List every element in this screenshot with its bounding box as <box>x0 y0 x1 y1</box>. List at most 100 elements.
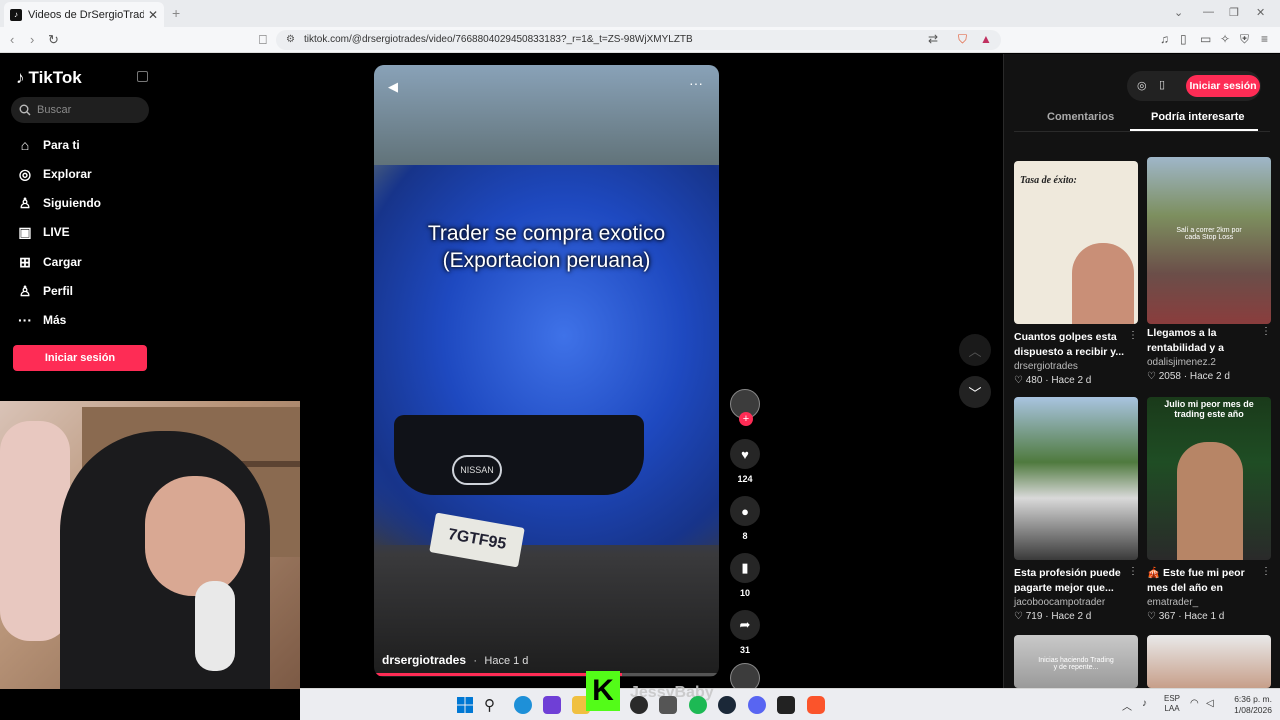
forward-icon[interactable]: › <box>30 32 34 47</box>
nav-item-cargar[interactable]: ⊞ Cargar <box>16 252 82 272</box>
recommended-video-card[interactable] <box>1147 635 1271 688</box>
back-icon[interactable]: ‹ <box>10 32 14 47</box>
tiktok-logo[interactable]: ♪ TikTok <box>16 68 82 88</box>
nav-item-perfil[interactable]: ♙ Perfil <box>16 281 73 301</box>
epic-games-icon[interactable] <box>777 696 795 714</box>
tab-search-icon[interactable]: ⌄ <box>1174 6 1183 19</box>
recommended-video-card[interactable]: Inicias haciendo Trading y de repente... <box>1014 635 1138 688</box>
url-field[interactable]: ⚙ tiktok.com/@drsergiotrades/video/76688… <box>276 30 1001 50</box>
card-title[interactable]: Esta profesión puede pagarte mejor que..… <box>1014 566 1138 596</box>
spotify-icon[interactable] <box>689 696 707 714</box>
leo-ai-icon[interactable]: ✧ <box>1220 32 1230 46</box>
brave-icon[interactable] <box>807 696 825 714</box>
card-author[interactable]: odalisjimenez.2 <box>1147 357 1271 368</box>
tab-title: Videos de DrSergioTrades (@dr... <box>28 8 144 21</box>
translate-icon[interactable]: ⇄ <box>928 32 938 46</box>
nav-item-explorar[interactable]: ◎ Explorar <box>16 164 92 184</box>
site-settings-icon[interactable]: ⚙ <box>286 30 295 50</box>
card-more-icon[interactable]: ⋮ <box>1128 330 1138 341</box>
copilot-icon[interactable] <box>543 696 561 714</box>
browser-tab[interactable]: ♪ Videos de DrSergioTrades (@dr... ✕ <box>4 2 164 27</box>
recommended-video-card[interactable]: Esta profesión puede pagarte mejor que..… <box>1014 397 1138 622</box>
video-progress-bar[interactable] <box>374 673 719 676</box>
comment-icon[interactable]: ● <box>730 496 760 526</box>
heart-icon[interactable]: ♥ <box>730 439 760 469</box>
app-icon[interactable] <box>659 696 677 714</box>
tab-podria-interesarte[interactable]: Podría interesarte <box>1151 111 1245 123</box>
restore-icon[interactable]: ❐ <box>1229 6 1239 19</box>
volume-icon[interactable]: ◁ <box>1206 698 1214 709</box>
card-thumbnail[interactable]: Salí a correr 2km por cada Stop Loss <box>1147 157 1271 324</box>
bookmark-icon[interactable]: ▮ <box>730 553 760 583</box>
mic-icon[interactable]: ♪ <box>1142 698 1147 709</box>
menu-icon[interactable]: ≡ <box>1261 32 1268 46</box>
card-likes: 480 <box>1025 375 1043 386</box>
previous-video-button[interactable]: ︿ <box>959 334 991 366</box>
tab-comentarios[interactable]: Comentarios <box>1047 111 1114 123</box>
nav-item-para-ti[interactable]: ⌂ Para ti <box>16 135 80 155</box>
following-icon: ♙ <box>18 194 32 211</box>
card-thumbnail[interactable]: Tasa de éxito: <box>1014 161 1138 324</box>
card-title[interactable]: Cuantos golpes esta dispuesto a recibir … <box>1014 330 1138 360</box>
brave-shield-icon[interactable]: ⛉ <box>958 32 967 47</box>
card-thumbnail[interactable]: Inicias haciendo Trading y de repente... <box>1014 635 1138 688</box>
clock-time: 6:36 p. m. <box>1234 694 1272 704</box>
video-player[interactable]: NISSAN 7GTF95 Trader se compra exotico (… <box>374 65 719 677</box>
wallet-icon[interactable]: ▭ <box>1200 32 1211 46</box>
card-thumbnail[interactable]: Julio mi peor mes de trading este año <box>1147 397 1271 560</box>
card-title[interactable]: Llegamos a la rentabilidad y a runne... <box>1147 326 1271 356</box>
login-button[interactable]: Iniciar sesión <box>13 345 147 371</box>
nav-item-live[interactable]: ▣ LIVE <box>16 222 69 242</box>
reload-icon[interactable]: ↻ <box>48 32 59 48</box>
wifi-icon[interactable]: ◠ <box>1190 698 1199 709</box>
nav-item-mas[interactable]: ··· Más <box>16 310 66 330</box>
video-author[interactable]: drsergiotrades <box>382 653 466 667</box>
comment-action[interactable]: ● 8 <box>728 496 762 541</box>
recommended-video-card[interactable]: Tasa de éxito: Cuantos golpes esta dispu… <box>1014 161 1138 386</box>
mute-icon[interactable]: ◀︎ <box>388 79 398 95</box>
new-tab-button[interactable]: + <box>172 5 180 21</box>
coin-icon[interactable]: ◎ <box>1137 79 1147 92</box>
brave-rewards-icon[interactable]: ▲ <box>980 32 992 46</box>
clock[interactable]: 6:36 p. m. 1/08/2026 <box>1220 694 1272 716</box>
search-input[interactable]: Buscar <box>11 97 149 123</box>
language-indicator[interactable]: ESP LAA <box>1164 694 1180 714</box>
media-icon[interactable]: ♫ <box>1160 32 1169 46</box>
next-video-button[interactable]: ﹀ <box>959 376 991 408</box>
nav-item-siguiendo[interactable]: ♙ Siguiendo <box>16 193 101 213</box>
follow-plus-icon[interactable]: + <box>739 412 753 426</box>
sidebar-icon[interactable]: ▯ <box>1180 32 1187 46</box>
vpn-icon[interactable]: ⛨ <box>1240 32 1249 47</box>
minimize-icon[interactable]: — <box>1203 6 1214 18</box>
more-options-icon[interactable]: ··· <box>689 75 703 91</box>
close-tab-icon[interactable]: ✕ <box>148 8 158 22</box>
card-title[interactable]: 🎪 Este fue mi peor mes del año en tradin… <box>1147 566 1271 596</box>
recommended-video-card[interactable]: Julio mi peor mes de trading este año 🎪 … <box>1147 397 1271 622</box>
card-author[interactable]: drsergiotrades <box>1014 361 1138 372</box>
card-more-icon[interactable]: ⋮ <box>1261 326 1271 337</box>
edge-icon[interactable] <box>514 696 532 714</box>
card-thumbnail[interactable] <box>1014 397 1138 560</box>
share-action[interactable]: ➦ 31 <box>728 610 762 655</box>
card-more-icon[interactable]: ⋮ <box>1128 566 1138 577</box>
save-action[interactable]: ▮ 10 <box>728 553 762 598</box>
steam-icon[interactable] <box>718 696 736 714</box>
author-avatar[interactable]: + <box>730 389 760 426</box>
obs-icon[interactable] <box>630 696 648 714</box>
card-author[interactable]: jacoboocampotrader <box>1014 597 1138 608</box>
device-icon[interactable]: ▯ <box>1159 78 1165 91</box>
recommended-video-card[interactable]: Salí a correr 2km por cada Stop Loss Lle… <box>1147 157 1271 382</box>
discord-icon[interactable] <box>748 696 766 714</box>
share-icon[interactable]: ➦ <box>730 610 760 640</box>
like-action[interactable]: ♥ 124 <box>728 439 762 484</box>
tray-chevron-icon[interactable]: ︿ <box>1122 698 1132 713</box>
top-login-button[interactable]: Iniciar sesión <box>1186 75 1260 97</box>
collapse-sidebar-icon[interactable] <box>137 71 148 82</box>
close-window-icon[interactable]: ✕ <box>1256 6 1265 19</box>
windows-start-icon[interactable] <box>456 696 474 714</box>
card-thumbnail[interactable] <box>1147 635 1271 688</box>
bookmark-icon[interactable]: ⎕ <box>259 32 267 48</box>
taskbar-search-icon[interactable]: ⚲ <box>484 696 502 714</box>
card-more-icon[interactable]: ⋮ <box>1261 566 1271 577</box>
card-author[interactable]: ematrader_ <box>1147 597 1271 608</box>
